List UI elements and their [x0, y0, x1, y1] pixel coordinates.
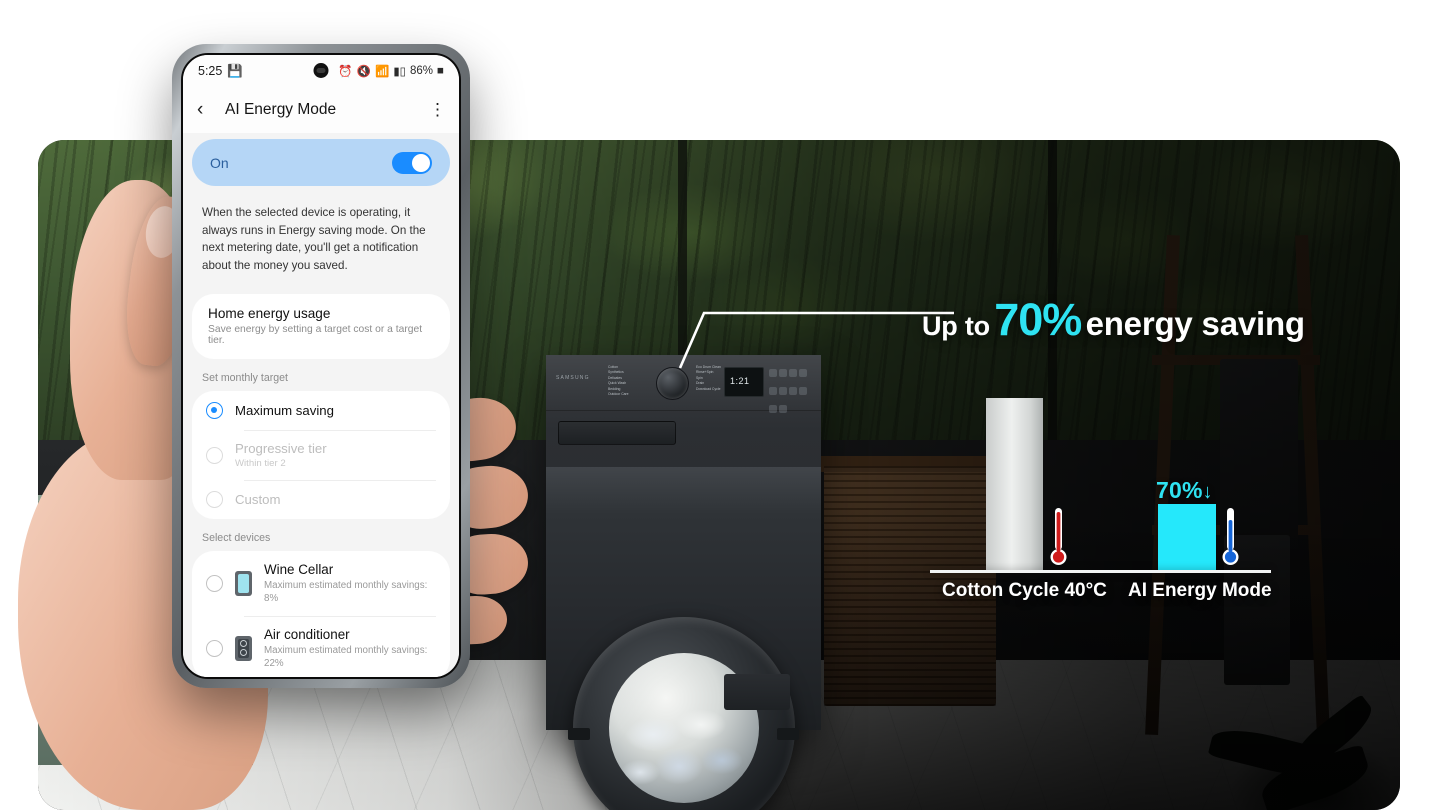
radio-maximum-saving[interactable]	[206, 402, 223, 419]
headline: Up to 70% energy saving	[922, 294, 1305, 346]
save-icon: 💾	[227, 63, 243, 78]
battery-icon: ■	[437, 65, 444, 77]
page-root: SAMSUNG Cotton Synthetics Delicates Quick W…	[0, 0, 1440, 810]
back-icon[interactable]: ‹	[197, 99, 219, 121]
app-bar: ‹ AI Energy Mode ⋮	[183, 87, 459, 133]
option-sublabel: Within tier 2	[235, 458, 286, 469]
status-bar-left: 5:25 💾	[198, 64, 243, 79]
battery-percent: 86%	[410, 65, 434, 77]
filter-cover	[724, 674, 790, 710]
air-conditioner-icon	[235, 636, 252, 661]
front-camera	[313, 63, 329, 78]
status-time: 5:25	[198, 64, 223, 78]
bar-ai-energy-mode	[1158, 504, 1216, 571]
energy-bar-chart: 70%↓ Cotton Cycle 40°C AI Energy Mode	[900, 380, 1300, 620]
device-row-wine-cellar[interactable]: Wine Cellar Maximum estimated monthly sa…	[192, 551, 450, 616]
toggle-switch[interactable]	[392, 151, 432, 174]
option-custom[interactable]: Custom	[192, 480, 450, 519]
bar-cotton-cycle	[986, 398, 1043, 571]
washing-machine: SAMSUNG Cotton Synthetics Delicates Quick W…	[546, 355, 821, 810]
phone-screen: 5:25 💾 ⏰ 🔇 📶 ▮▯ 86% ■ ‹ AI Energy Mode ⋮	[181, 53, 461, 679]
detergent-drawer	[558, 421, 676, 445]
alarm-icon: ⏰	[338, 66, 353, 78]
device-name: Wine Cellar	[264, 562, 334, 577]
option-label: Progressive tier	[235, 441, 327, 456]
device-list: Wine Cellar Maximum estimated monthly sa…	[192, 551, 450, 677]
machine-display: 1:21	[724, 367, 764, 397]
option-label: Custom	[235, 492, 281, 507]
description-text: When the selected device is operating, i…	[202, 206, 426, 272]
headline-suffix: energy saving	[1085, 305, 1306, 342]
mute-icon: 🔇	[356, 66, 372, 78]
brand-logo: SAMSUNG	[556, 375, 590, 381]
status-bar: 5:25 💾 ⏰ 🔇 📶 ▮▯ 86% ■	[183, 55, 459, 87]
cycle-dial[interactable]	[656, 367, 689, 400]
section-header-monthly-target: Set monthly target	[202, 372, 288, 384]
chart-label-cotton-cycle: Cotton Cycle 40°C	[942, 580, 1107, 601]
monthly-target-list: Maximum saving Progressive tier Within t…	[192, 391, 450, 519]
option-progressive-tier[interactable]: Progressive tier Within tier 2	[192, 430, 450, 480]
wine-cellar-icon	[235, 571, 252, 596]
reduction-value: 70%	[1156, 477, 1203, 503]
section-header-select-devices: Select devices	[202, 532, 271, 544]
headline-percent: 70%	[994, 294, 1082, 345]
control-panel: SAMSUNG Cotton Synthetics Delicates Quick W…	[546, 355, 821, 413]
washer-door	[572, 617, 795, 810]
ai-energy-mode-toggle-row[interactable]: On	[192, 139, 450, 186]
option-maximum-saving[interactable]: Maximum saving	[192, 391, 450, 430]
radio-air-conditioner[interactable]	[206, 640, 223, 657]
device-name: Air conditioner	[264, 627, 350, 642]
settings-content: On When the selected device is operating…	[183, 133, 459, 677]
device-detail: Maximum estimated monthly savings: 22%	[264, 645, 428, 669]
down-arrow-icon: ↓	[1202, 481, 1213, 503]
hot-thermometer-icon	[1050, 508, 1067, 565]
status-bar-right: ⏰ 🔇 📶 ▮▯ 86% ■	[338, 64, 444, 78]
chart-baseline	[930, 570, 1271, 573]
radio-custom[interactable]	[206, 491, 223, 508]
home-energy-usage-subtitle: Save energy by setting a target cost or …	[208, 324, 423, 346]
option-label: Maximum saving	[235, 403, 334, 418]
reduction-label: 70%↓	[1156, 477, 1213, 504]
headline-prefix: Up to	[922, 311, 990, 341]
cold-thermometer-icon	[1222, 508, 1239, 565]
wifi-icon: 📶	[375, 66, 390, 78]
smartphone: 5:25 💾 ⏰ 🔇 📶 ▮▯ 86% ■ ‹ AI Energy Mode ⋮	[172, 44, 470, 688]
radio-wine-cellar[interactable]	[206, 575, 223, 592]
device-detail: Maximum estimated monthly savings: 8%	[264, 580, 428, 604]
device-row-air-conditioner[interactable]: Air conditioner Maximum estimated monthl…	[192, 616, 450, 677]
chart-label-ai-energy-mode: AI Energy Mode	[1128, 580, 1272, 601]
page-title: AI Energy Mode	[225, 101, 337, 118]
home-energy-usage-card[interactable]: Home energy usage Save energy by setting…	[192, 294, 450, 359]
signal-icon: ▮▯	[393, 66, 407, 78]
toggle-label: On	[210, 154, 229, 171]
more-options-icon[interactable]: ⋮	[429, 101, 446, 118]
radio-progressive-tier[interactable]	[206, 446, 223, 464]
home-energy-usage-title: Home energy usage	[208, 306, 331, 321]
panel-buttons[interactable]	[768, 365, 812, 413]
